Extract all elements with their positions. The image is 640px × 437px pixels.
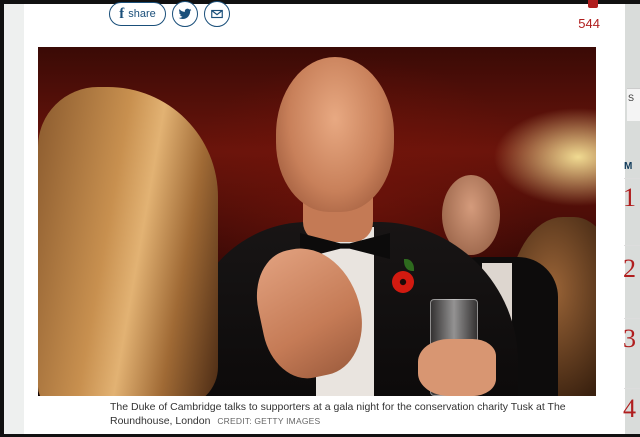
photo-credit: CREDIT: GETTY IMAGES [217, 416, 321, 426]
photo-poppy [392, 271, 414, 293]
right-rail-divider [624, 245, 640, 246]
facebook-share-button[interactable]: f share [109, 2, 166, 26]
right-rail-thumb-letter: S [628, 93, 635, 103]
email-share-button[interactable] [204, 1, 230, 27]
caption-text: The Duke of Cambridge talks to supporter… [110, 401, 566, 427]
speech-bubble-icon [588, 0, 598, 8]
facebook-share-label: share [128, 8, 156, 20]
comment-count: 544 [578, 16, 600, 31]
photo-man-head [276, 57, 394, 212]
facebook-icon: f [119, 5, 125, 22]
right-rail-section-heading: M [624, 161, 633, 172]
article-photo [38, 47, 596, 396]
right-rail-divider [624, 178, 640, 179]
share-bar: f share [109, 1, 230, 27]
photo-hand-holding-glass [418, 339, 496, 396]
twitter-share-button[interactable] [172, 1, 198, 27]
page-left-margin [4, 4, 24, 434]
most-read-rank-3[interactable]: 3 [623, 324, 636, 354]
most-read-rank-1[interactable]: 1 [623, 183, 636, 213]
most-read-rank-4[interactable]: 4 [623, 394, 636, 424]
most-read-rank-2[interactable]: 2 [623, 254, 636, 284]
envelope-icon [211, 9, 223, 19]
right-rail-background [625, 4, 640, 434]
photo-caption: The Duke of Cambridge talks to supporter… [110, 400, 590, 428]
photo-foreground-hair [38, 87, 218, 396]
right-rail-divider [624, 388, 640, 389]
right-rail-divider [624, 318, 640, 319]
right-rail-thumbnail[interactable]: S [627, 88, 640, 121]
twitter-bird-icon [178, 8, 192, 20]
window-frame-top [0, 0, 640, 4]
